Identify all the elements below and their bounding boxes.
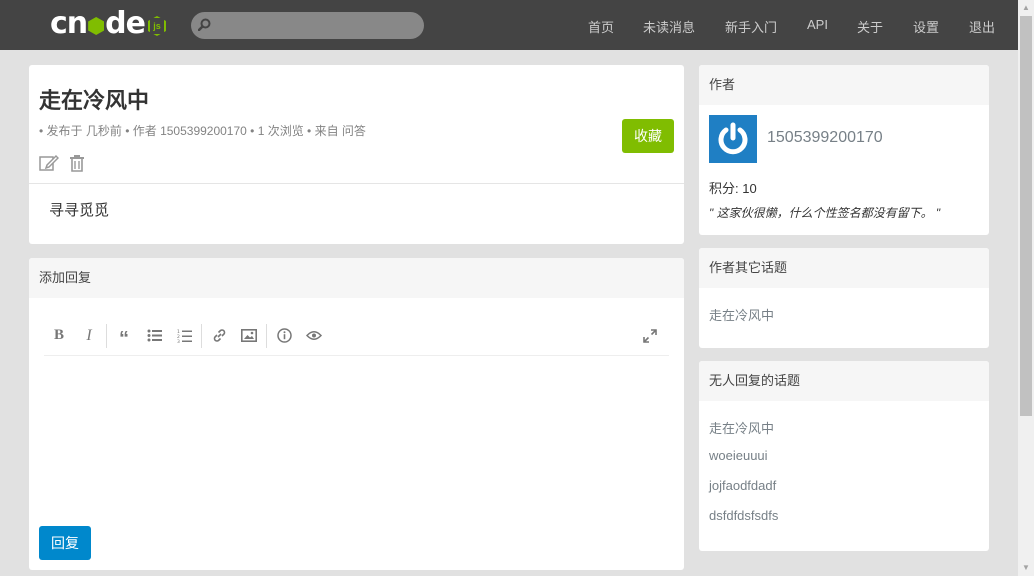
avatar[interactable] <box>709 115 757 163</box>
bold-icon[interactable]: B <box>44 322 74 350</box>
ordered-list-icon[interactable]: 123 <box>169 322 199 350</box>
svg-text:3: 3 <box>177 339 180 343</box>
favorite-button[interactable]: 收藏 <box>622 119 674 153</box>
logo-text: cn de <box>50 6 146 41</box>
nav-api[interactable]: API <box>807 17 828 32</box>
topic-meta: • 发布于 几秒前 • 作者 1505399200170 • 1 次浏览 • 来… <box>39 124 366 138</box>
quote-icon[interactable]: “ <box>109 322 139 350</box>
editor-textarea[interactable] <box>44 358 669 518</box>
scroll-thumb[interactable] <box>1020 16 1032 416</box>
author-name[interactable]: 1505399200170 <box>767 129 883 147</box>
scroll-up-arrow-icon[interactable]: ▲ <box>1018 0 1034 16</box>
image-icon[interactable] <box>234 322 264 350</box>
toolbar-separator <box>201 323 202 348</box>
author-signature: " 这家伙很懒，什么个性签名都没有留下。 " <box>709 206 941 220</box>
preview-icon[interactable] <box>299 322 329 350</box>
info-icon[interactable] <box>269 322 299 350</box>
other-topic-link[interactable]: 走在冷风中 <box>709 305 774 324</box>
reply-header: 添加回复 <box>29 258 684 298</box>
logo-badge: js <box>147 16 166 36</box>
toolbar-separator <box>106 323 107 348</box>
author-score: 积分: 10 <box>709 181 757 196</box>
topic-title: 走在冷风中 <box>39 88 150 113</box>
power-avatar-icon <box>718 122 748 155</box>
edit-icon[interactable] <box>39 154 59 172</box>
topic-tools <box>39 154 85 172</box>
divider <box>29 183 684 184</box>
nav-getting-started[interactable]: 新手入门 <box>725 17 777 36</box>
reply-submit-button[interactable]: 回复 <box>39 526 91 560</box>
search-input[interactable] <box>219 15 414 36</box>
no-reply-topics-header: 无人回复的话题 <box>699 361 989 401</box>
nav-unread-messages[interactable]: 未读消息 <box>643 17 695 36</box>
no-reply-topic-link[interactable]: woeieuuui <box>709 448 768 463</box>
author-header: 作者 <box>699 65 989 105</box>
toolbar-separator <box>266 323 267 348</box>
nav-settings[interactable]: 设置 <box>913 17 939 36</box>
fullscreen-icon[interactable] <box>635 322 665 350</box>
nav-home[interactable]: 首页 <box>588 17 614 36</box>
nav-about[interactable]: 关于 <box>857 17 883 36</box>
search-icon <box>198 18 211 31</box>
trash-icon[interactable] <box>69 154 85 172</box>
no-reply-topics-panel: 无人回复的话题 走在冷风中 woeieuuui jojfaodfdadf dsf… <box>699 361 989 551</box>
no-reply-topic-link[interactable]: dsfdfdsfsdfs <box>709 508 778 523</box>
reply-panel: 添加回复 B I “ 123 回复 <box>29 258 684 570</box>
page-scrollbar[interactable]: ▲ ▼ <box>1018 0 1034 576</box>
search-box[interactable] <box>191 12 424 39</box>
italic-icon[interactable]: I <box>74 322 104 350</box>
brand-logo[interactable]: cn de js <box>50 8 166 40</box>
topic-content: 寻寻觅觅 <box>49 202 110 219</box>
author-panel: 作者 1505399200170 积分: 10 " 这家伙很懒，什么个性签名都没… <box>699 65 989 235</box>
nav-logout[interactable]: 退出 <box>969 17 995 36</box>
no-reply-topic-link[interactable]: jojfaodfdadf <box>709 478 776 493</box>
no-reply-topic-link[interactable]: 走在冷风中 <box>709 418 774 437</box>
scroll-down-arrow-icon[interactable]: ▼ <box>1018 560 1034 576</box>
unordered-list-icon[interactable] <box>139 322 169 350</box>
link-icon[interactable] <box>204 322 234 350</box>
editor-toolbar: B I “ 123 <box>44 316 669 356</box>
other-topics-panel: 作者其它话题 走在冷风中 <box>699 248 989 348</box>
other-topics-header: 作者其它话题 <box>699 248 989 288</box>
topic-panel: 走在冷风中 • 发布于 几秒前 • 作者 1505399200170 • 1 次… <box>29 65 684 244</box>
